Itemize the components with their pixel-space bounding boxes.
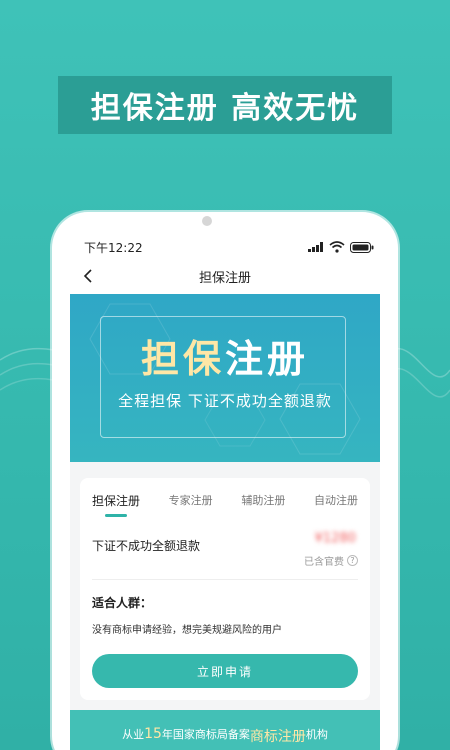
apply-button[interactable]: 立即申请 [92,654,358,688]
service-price: ¥1280 [314,531,356,546]
page-title: 担保注册 [198,270,251,286]
banner-title-rest: 注册 [225,337,310,381]
banner-subtitle: 全程担保 下证不成功全额退款 [118,392,332,410]
audience-label: 适合人群： [92,596,153,610]
help-icon[interactable]: ? [347,555,358,566]
fee-note-text: 已含官费 [304,557,344,568]
bottom-highlight: 商标注册 [249,729,306,745]
tab-self-registration[interactable]: 自动注册 [314,492,358,517]
service-description: 下证不成功全额退款 [92,539,201,553]
back-arrow-icon[interactable] [78,266,98,286]
phone-notch [189,212,225,230]
fee-note: 已含官费 ? [304,553,358,568]
audience-text: 没有商标申请经验，想完美规避风险的用户 [92,625,282,636]
phone-screen: 下午12:22 担保注册 担保注册 全程担保 下证不成功全额退款 担保注册 专家… [70,236,380,750]
promo-headline: 担保注册 高效无忧 [58,76,392,134]
status-time: 下午12:22 [84,240,143,255]
audience-section: 适合人群： 没有商标申请经验，想完美规避风险的用户 [80,580,370,636]
status-bar: 下午12:22 [70,236,380,258]
banner-title: 担保注册 [70,328,380,383]
battery-icon [350,241,374,253]
price-row: 下证不成功全额退款 ¥1280 已含官费 ? [80,531,370,579]
tab-expert-registration[interactable]: 专家注册 [169,492,213,517]
banner-title-highlight: 担保 [140,337,225,381]
service-tabs: 担保注册 专家注册 辅助注册 自动注册 [80,478,370,517]
camera-dot [202,216,212,226]
status-icons [308,241,374,253]
service-banner: 担保注册 全程担保 下证不成功全额退款 [70,294,380,462]
signal-icon [308,242,323,252]
bottom-text-3: 机构 [305,728,328,741]
phone-mockup: 下午12:22 担保注册 担保注册 全程担保 下证不成功全额退款 担保注册 专家… [52,212,398,750]
service-card: 担保注册 专家注册 辅助注册 自动注册 下证不成功全额退款 ¥1280 已含官费… [80,478,370,700]
nav-bar: 担保注册 [70,258,380,294]
tab-guarantee-registration[interactable]: 担保注册 [92,492,140,517]
wifi-icon [329,241,345,253]
bottom-years: 15 [144,726,162,742]
tab-assisted-registration[interactable]: 辅助注册 [241,492,285,517]
bottom-text-1: 从业 [122,728,145,741]
bottom-text-2: 年国家商标局备案 [161,728,250,741]
bottom-promo-banner: 从业 15 年国家商标局备案 商标注册 机构 [70,710,380,750]
